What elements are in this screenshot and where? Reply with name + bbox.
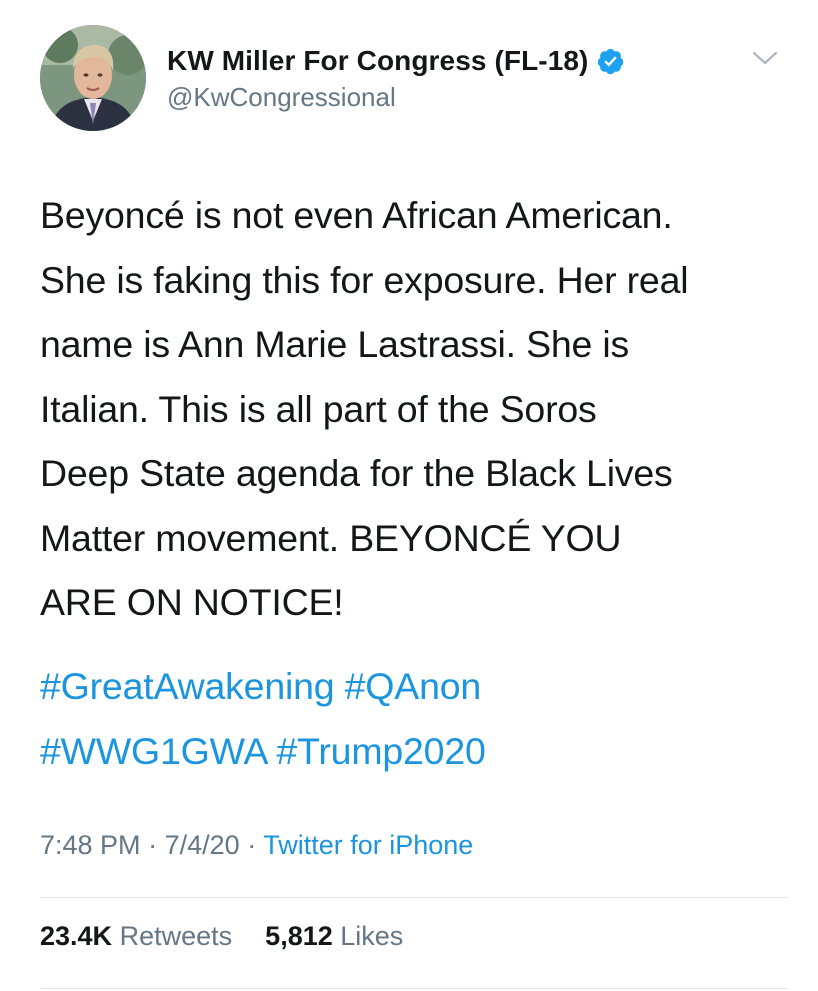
chevron-down-icon[interactable] — [750, 46, 780, 70]
divider — [40, 897, 788, 898]
avatar[interactable] — [40, 25, 146, 131]
likes-count: 5,812 — [265, 921, 333, 951]
tweet-source-link[interactable]: Twitter for iPhone — [263, 830, 473, 860]
tweet-date[interactable]: 7/4/20 — [165, 830, 240, 860]
author-info: KW Miller For Congress (FL-18) @KwCongre… — [167, 42, 625, 113]
author-handle[interactable]: @KwCongressional — [167, 82, 625, 113]
tweet-text: Beyoncé is not even African American. Sh… — [40, 194, 689, 623]
tweet-time[interactable]: 7:48 PM — [40, 830, 141, 860]
display-name[interactable]: KW Miller For Congress (FL-18) — [167, 45, 588, 77]
retweets-stat[interactable]: 23.4K Retweets — [40, 921, 240, 951]
tweet-stats: 23.4K Retweets 5,812 Likes — [40, 921, 403, 952]
tweet-card: KW Miller For Congress (FL-18) @KwCongre… — [0, 0, 818, 991]
retweets-label: Retweets — [119, 921, 233, 951]
hashtag-link[interactable]: #GreatAwakening — [40, 665, 335, 707]
likes-label: Likes — [340, 921, 404, 951]
likes-stat[interactable]: 5,812 Likes — [265, 921, 403, 951]
meta-separator: · — [148, 830, 158, 860]
divider — [40, 988, 788, 989]
hashtag-link[interactable]: #Trump2020 — [276, 730, 485, 772]
profile-photo-icon — [40, 25, 146, 131]
tweet-header: KW Miller For Congress (FL-18) @KwCongre… — [40, 24, 780, 136]
meta-separator: · — [247, 830, 257, 860]
tweet-meta: 7:48 PM · 7/4/20 · Twitter for iPhone — [40, 830, 473, 861]
hashtag-link[interactable]: #WWG1GWA — [40, 730, 266, 772]
verified-badge-icon — [598, 48, 624, 74]
hashtag-link[interactable]: #QAnon — [345, 665, 482, 707]
retweets-count: 23.4K — [40, 921, 113, 951]
display-name-row: KW Miller For Congress (FL-18) — [167, 42, 625, 80]
tweet-hashtags: #GreatAwakening #QAnon #WWG1GWA #Trump20… — [40, 654, 800, 783]
